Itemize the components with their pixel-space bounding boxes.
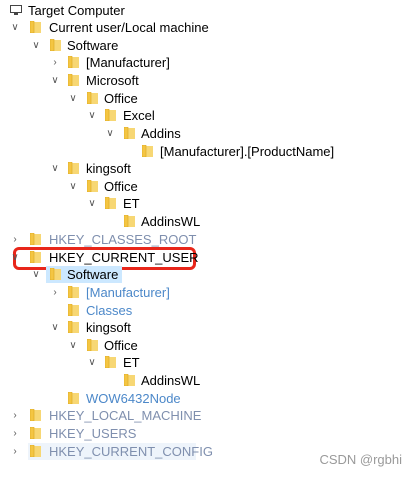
chevron-down-icon[interactable]: ∨ — [30, 266, 42, 283]
tree-item-label: Current user/Local machine — [49, 20, 209, 35]
chevron-down-icon[interactable]: ∨ — [86, 195, 98, 212]
chevron-down-icon[interactable]: ∨ — [49, 160, 61, 177]
chevron-right-icon[interactable]: › — [49, 284, 61, 301]
tree-item-label: HKEY_CURRENT_CONFIG — [49, 444, 213, 459]
chevron-down-icon[interactable]: ∨ — [67, 337, 79, 354]
folder-icon — [50, 39, 61, 51]
tree-item-label: AddinsWL — [141, 214, 201, 229]
tree-root-label: Target Computer — [28, 3, 125, 18]
tree-item-label: Software — [67, 267, 119, 282]
folder-icon — [68, 56, 79, 68]
chevron-right-icon[interactable]: › — [9, 425, 21, 442]
folder-icon — [124, 127, 135, 139]
tree-item-label: WOW6432Node — [86, 391, 181, 406]
chevron-down-icon[interactable]: ∨ — [86, 107, 98, 124]
folder-icon — [87, 339, 98, 351]
folder-icon — [105, 109, 116, 121]
tree-item-label: [Manufacturer].[ProductName] — [160, 144, 335, 159]
tree-item-label: Addins — [141, 126, 181, 141]
tree-item-label: Excel — [123, 108, 155, 123]
chevron-right-icon[interactable]: › — [9, 407, 21, 424]
chevron-down-icon[interactable]: ∨ — [67, 178, 79, 195]
folder-icon — [30, 21, 41, 33]
chevron-down-icon[interactable]: ∨ — [30, 37, 42, 54]
tree-item-label: [Manufacturer] — [86, 55, 170, 70]
registry-tree: Target Computer ∨ Current user/Local mac… — [0, 0, 414, 460]
chevron-right-icon[interactable]: › — [9, 231, 21, 248]
chevron-down-icon[interactable]: ∨ — [9, 249, 21, 266]
chevron-down-icon[interactable]: ∨ — [49, 319, 61, 336]
folder-icon — [142, 145, 153, 157]
tree-item-label: HKEY_CURRENT_USER — [49, 250, 199, 265]
tree-item-label: Classes — [86, 303, 133, 318]
folder-icon — [68, 162, 79, 174]
folder-icon — [68, 286, 79, 298]
folder-icon — [30, 445, 41, 457]
folder-icon — [30, 409, 41, 421]
computer-icon — [10, 5, 22, 15]
chevron-down-icon[interactable]: ∨ — [104, 125, 116, 142]
tree-item-label: ET — [123, 196, 140, 211]
chevron-down-icon[interactable]: ∨ — [9, 19, 21, 36]
chevron-right-icon[interactable]: › — [49, 54, 61, 71]
folder-icon — [50, 268, 61, 280]
chevron-down-icon[interactable]: ∨ — [86, 354, 98, 371]
folder-icon — [124, 215, 135, 227]
tree-item-label: kingsoft — [86, 161, 131, 176]
tree-item-label: kingsoft — [86, 320, 131, 335]
folder-icon — [30, 233, 41, 245]
tree-item-label: [Manufacturer] — [86, 285, 170, 300]
chevron-right-icon[interactable]: › — [9, 443, 21, 460]
folder-icon — [68, 321, 79, 333]
tree-item-label: Office — [104, 179, 138, 194]
tree-item-label: Office — [104, 91, 138, 106]
folder-icon — [30, 427, 41, 439]
folder-icon — [105, 197, 116, 209]
tree-item-label: AddinsWL — [141, 373, 201, 388]
folder-icon — [30, 251, 41, 263]
chevron-down-icon[interactable]: ∨ — [67, 90, 79, 107]
tree-item-label: ET — [123, 355, 140, 370]
tree-item-label: Software — [67, 38, 119, 53]
tree-item-label: HKEY_USERS — [49, 426, 137, 441]
chevron-down-icon[interactable]: ∨ — [49, 72, 61, 89]
tree-item-label: Microsoft — [86, 73, 139, 88]
watermark: CSDN @rgbhi — [319, 452, 402, 467]
folder-icon — [124, 374, 135, 386]
folder-icon — [68, 392, 79, 404]
folder-icon — [68, 304, 79, 316]
folder-icon — [87, 92, 98, 104]
tree-item-label: Office — [104, 338, 138, 353]
tree-item-label: HKEY_CLASSES_ROOT — [49, 232, 197, 247]
folder-icon — [105, 356, 116, 368]
folder-icon — [87, 180, 98, 192]
tree-item-label: HKEY_LOCAL_MACHINE — [49, 408, 202, 423]
folder-icon — [68, 74, 79, 86]
